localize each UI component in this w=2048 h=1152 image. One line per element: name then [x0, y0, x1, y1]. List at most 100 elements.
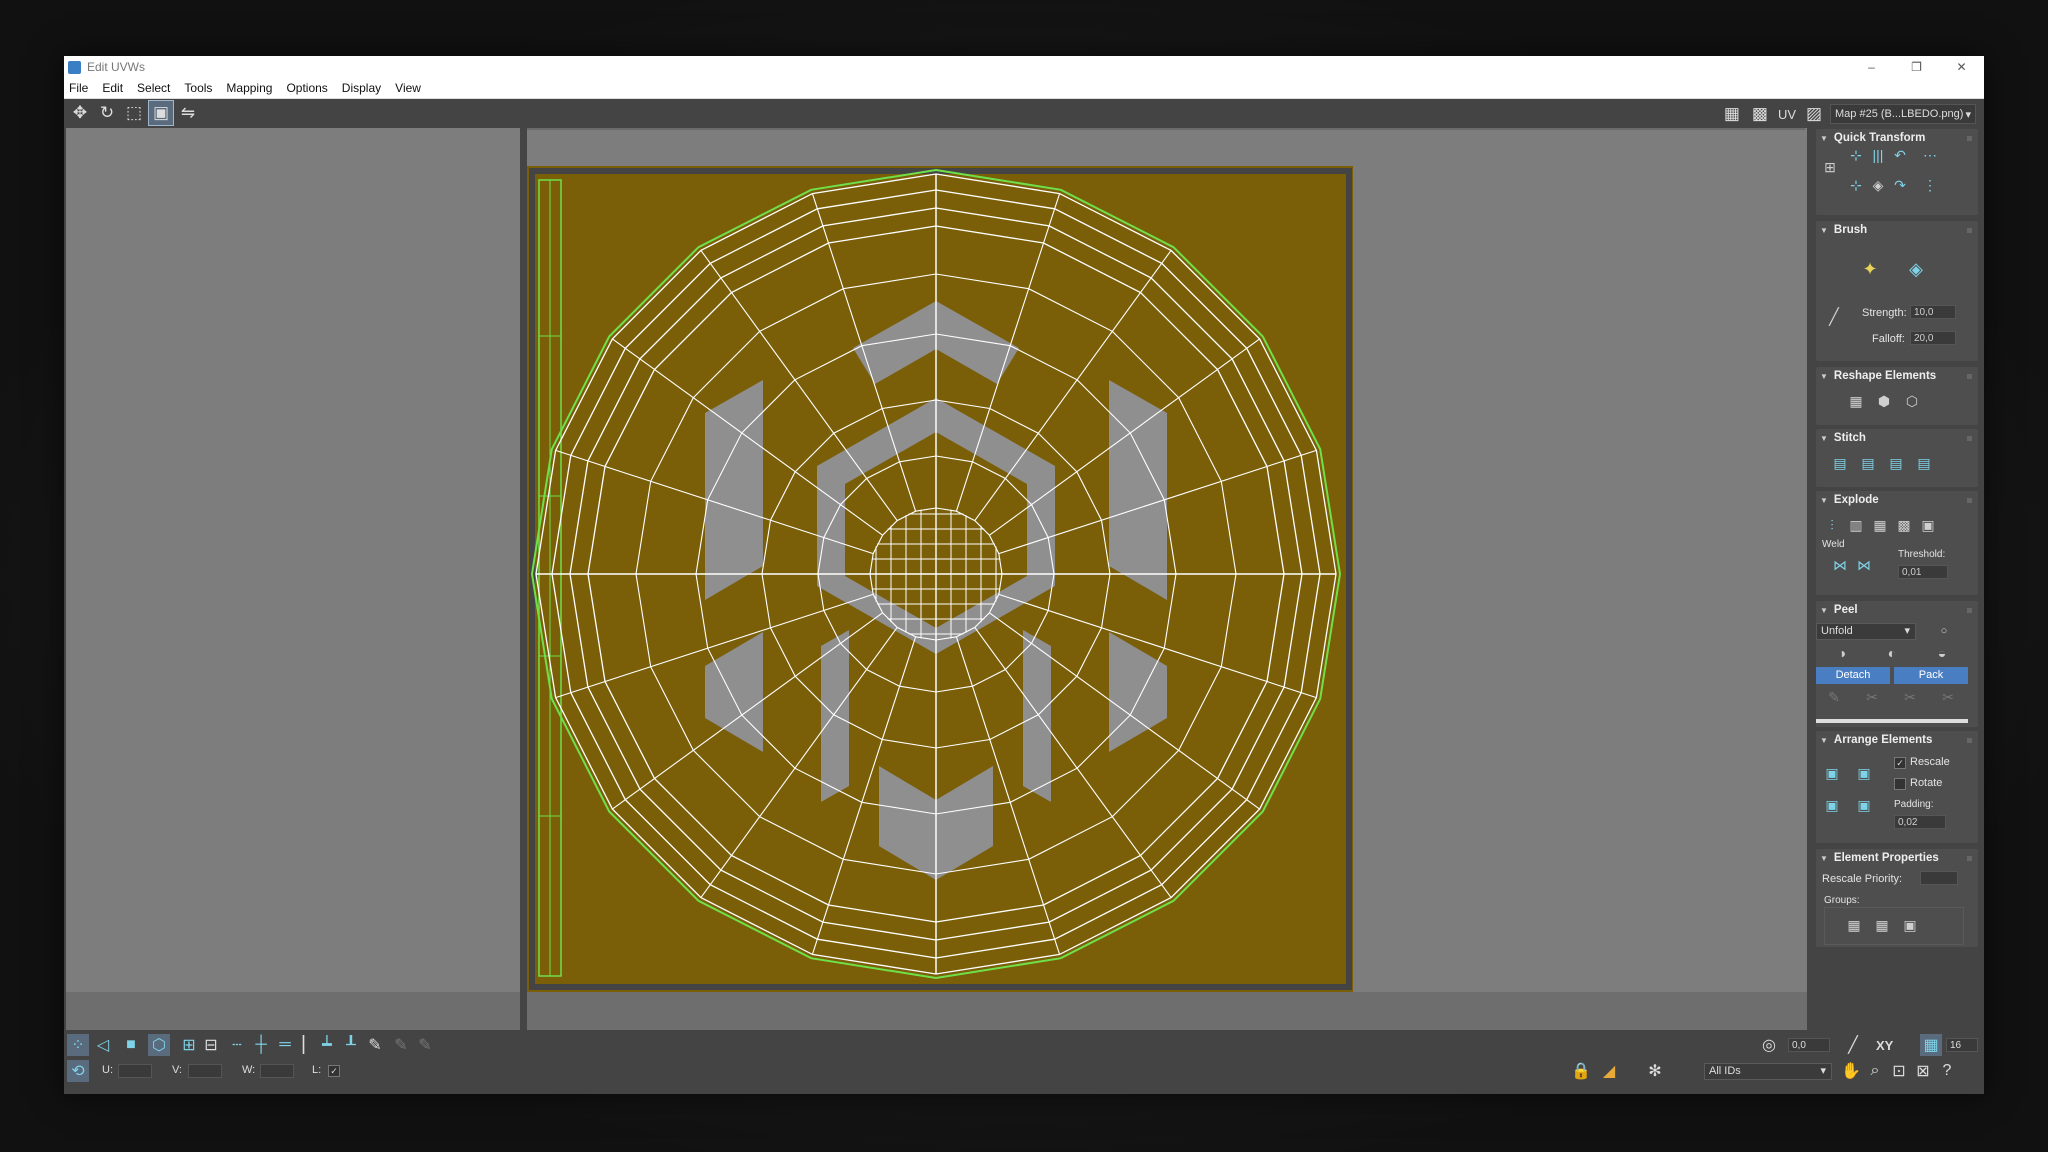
menu-mapping[interactable]: Mapping	[226, 81, 272, 95]
pack-custom-icon[interactable]: ▣	[1822, 795, 1842, 815]
rotate-checkbox[interactable]	[1894, 778, 1906, 790]
zoom-region-icon[interactable]: ⊡	[1888, 1060, 1910, 1082]
explode-elements-icon[interactable]: ▣	[1918, 515, 1938, 535]
arrange-header[interactable]: ▼ Arrange Elements	[1816, 731, 1978, 749]
set-pivot-icon[interactable]: ⊞	[1820, 157, 1840, 177]
stitch-to-target-icon[interactable]: ▤	[1914, 453, 1934, 473]
reshape-header[interactable]: ▼ Reshape Elements	[1816, 367, 1978, 385]
align-vertical-icon[interactable]: |||	[1868, 145, 1888, 165]
strength-field[interactable]: 10,0	[1910, 305, 1956, 319]
paint-select-icon[interactable]: ✎	[364, 1034, 386, 1056]
menu-options[interactable]: Options	[286, 81, 327, 95]
minimize-button[interactable]: –	[1849, 56, 1894, 78]
explode-material-icon[interactable]: ▦	[1870, 515, 1890, 535]
loop-icon[interactable]: ┄	[226, 1034, 248, 1056]
shrink-selection-icon[interactable]: ⊟	[200, 1034, 222, 1056]
face-mode-icon[interactable]: ■	[120, 1034, 142, 1056]
peel-options-icon[interactable]: ○	[1934, 621, 1954, 641]
map-select[interactable]: Map #25 (B...LBEDO.png) ▾	[1830, 104, 1976, 124]
texture-preview-icon[interactable]: ▨	[1802, 102, 1826, 126]
pack-button[interactable]: Pack	[1894, 667, 1968, 684]
falloff-field[interactable]: 20,0	[1910, 331, 1956, 345]
scale-icon[interactable]: ⬚	[122, 101, 146, 125]
peel-mode-icon[interactable]: ◐	[1882, 643, 1902, 663]
rescale-checkbox[interactable]: ✓	[1894, 757, 1906, 769]
zoom-extents-icon[interactable]: ⊠	[1912, 1060, 1934, 1082]
rotate-icon[interactable]: ↻	[95, 101, 119, 125]
uv-label[interactable]: UV	[1778, 107, 1796, 122]
ring-icon[interactable]: ┼	[250, 1034, 272, 1056]
menu-select[interactable]: Select	[137, 81, 170, 95]
grow-selection-icon[interactable]: ⊞	[178, 1034, 200, 1056]
zoom-icon[interactable]: ⌕	[1864, 1060, 1886, 1082]
weld-target-icon[interactable]: ⋈	[1854, 555, 1874, 575]
absolute-mode-icon[interactable]: ⟲	[67, 1060, 89, 1082]
lock-checkbox[interactable]: ✓	[328, 1065, 340, 1077]
padding-field[interactable]: 0,02	[1894, 815, 1946, 829]
uv-texture-canvas[interactable]	[527, 166, 1353, 992]
space-horizontal-icon[interactable]: ⋯	[1920, 145, 1940, 165]
edge-mode-icon[interactable]: ◁	[92, 1034, 114, 1056]
paint-move-icon[interactable]: ✦	[1860, 259, 1880, 279]
rotate-ccw-icon[interactable]: ↶	[1890, 145, 1910, 165]
freeze-icon[interactable]: ✻	[1644, 1060, 1666, 1082]
soft-selection-field[interactable]: 0,0	[1788, 1038, 1830, 1052]
help-icon[interactable]: ?	[1936, 1060, 1958, 1082]
hide-icon[interactable]: ◢	[1598, 1060, 1620, 1082]
explode-seams-icon[interactable]: ▩	[1894, 515, 1914, 535]
uv-viewport[interactable]	[66, 128, 1807, 998]
xy-label[interactable]: XY	[1876, 1038, 1893, 1053]
explode-smoothing-icon[interactable]: ▥	[1846, 515, 1866, 535]
select-overlap-icon[interactable]: ┸	[340, 1034, 362, 1056]
align-center-icon[interactable]: ⊹	[1846, 175, 1866, 195]
element-mode-icon[interactable]: ⬡	[148, 1034, 170, 1056]
close-button[interactable]: ✕	[1939, 56, 1984, 78]
grow-loop-icon[interactable]: ═	[274, 1034, 296, 1056]
straighten-selection-icon[interactable]: ▦	[1846, 391, 1866, 411]
straighten-icon[interactable]: ◈	[1868, 175, 1888, 195]
select-pins-icon[interactable]: ✂	[1938, 687, 1958, 707]
relax-settings-icon[interactable]: ⬡	[1902, 391, 1922, 411]
pinch-brush-icon[interactable]: ╱	[1824, 307, 1844, 327]
align-horizontal-icon[interactable]: ⊹	[1846, 145, 1866, 165]
quick-peel-icon[interactable]: ◑	[1832, 643, 1852, 663]
auto-pin-icon[interactable]: ✂	[1900, 687, 1920, 707]
relax-brush-icon[interactable]: ◈	[1906, 259, 1926, 279]
space-vertical-icon[interactable]: ⋮	[1920, 175, 1940, 195]
reset-peel-icon[interactable]: ◒	[1932, 643, 1952, 663]
explode-header[interactable]: ▼ Explode	[1816, 491, 1978, 509]
rescale-priority-field[interactable]	[1920, 871, 1958, 885]
vertex-mode-icon[interactable]: ⁘	[67, 1034, 89, 1056]
menu-file[interactable]: File	[69, 81, 88, 95]
u-field[interactable]	[118, 1064, 152, 1078]
group-selected-icon[interactable]: ▦	[1844, 915, 1864, 935]
checker-icon[interactable]: ▩	[1748, 102, 1772, 126]
menu-view[interactable]: View	[395, 81, 421, 95]
move-icon[interactable]: ✥	[68, 101, 92, 125]
peel-header[interactable]: ▼ Peel	[1816, 601, 1978, 619]
stitch-average-icon[interactable]: ▤	[1886, 453, 1906, 473]
lock-selection-icon[interactable]: 🔒	[1570, 1060, 1592, 1082]
paint-grow-icon[interactable]: ✎	[390, 1034, 412, 1056]
falloff-type-icon[interactable]: ╱	[1842, 1034, 1864, 1056]
group-select-icon[interactable]: ▣	[1900, 915, 1920, 935]
w-field[interactable]	[260, 1064, 294, 1078]
show-map-icon[interactable]: ▦	[1720, 102, 1744, 126]
stitch-header[interactable]: ▼ Stitch	[1816, 429, 1978, 447]
rescale-elements-icon[interactable]: ▣	[1854, 795, 1874, 815]
element-properties-header[interactable]: ▼ Element Properties	[1816, 849, 1978, 867]
mirror-icon[interactable]: ⇋	[176, 101, 200, 125]
pin-vertex-icon[interactable]: ✎	[1824, 687, 1844, 707]
unpin-vertex-icon[interactable]: ✂	[1862, 687, 1882, 707]
grid-snap-icon[interactable]: ▦	[1920, 1034, 1942, 1056]
soft-selection-icon[interactable]: ◎	[1758, 1034, 1780, 1056]
ungroup-icon[interactable]: ▦	[1872, 915, 1892, 935]
material-ids-select[interactable]: All IDs ▾	[1704, 1063, 1832, 1080]
relax-icon[interactable]: ⬢	[1874, 391, 1894, 411]
peel-mode-select[interactable]: Unfold ▾	[1816, 623, 1916, 640]
weld-selected-icon[interactable]: ⋈	[1830, 555, 1850, 575]
select-inverted-icon[interactable]: ┷	[316, 1034, 338, 1056]
detach-button[interactable]: Detach	[1816, 667, 1890, 684]
grid-value-field[interactable]: 16	[1946, 1038, 1978, 1052]
freeform-icon[interactable]: ▣	[148, 100, 174, 126]
